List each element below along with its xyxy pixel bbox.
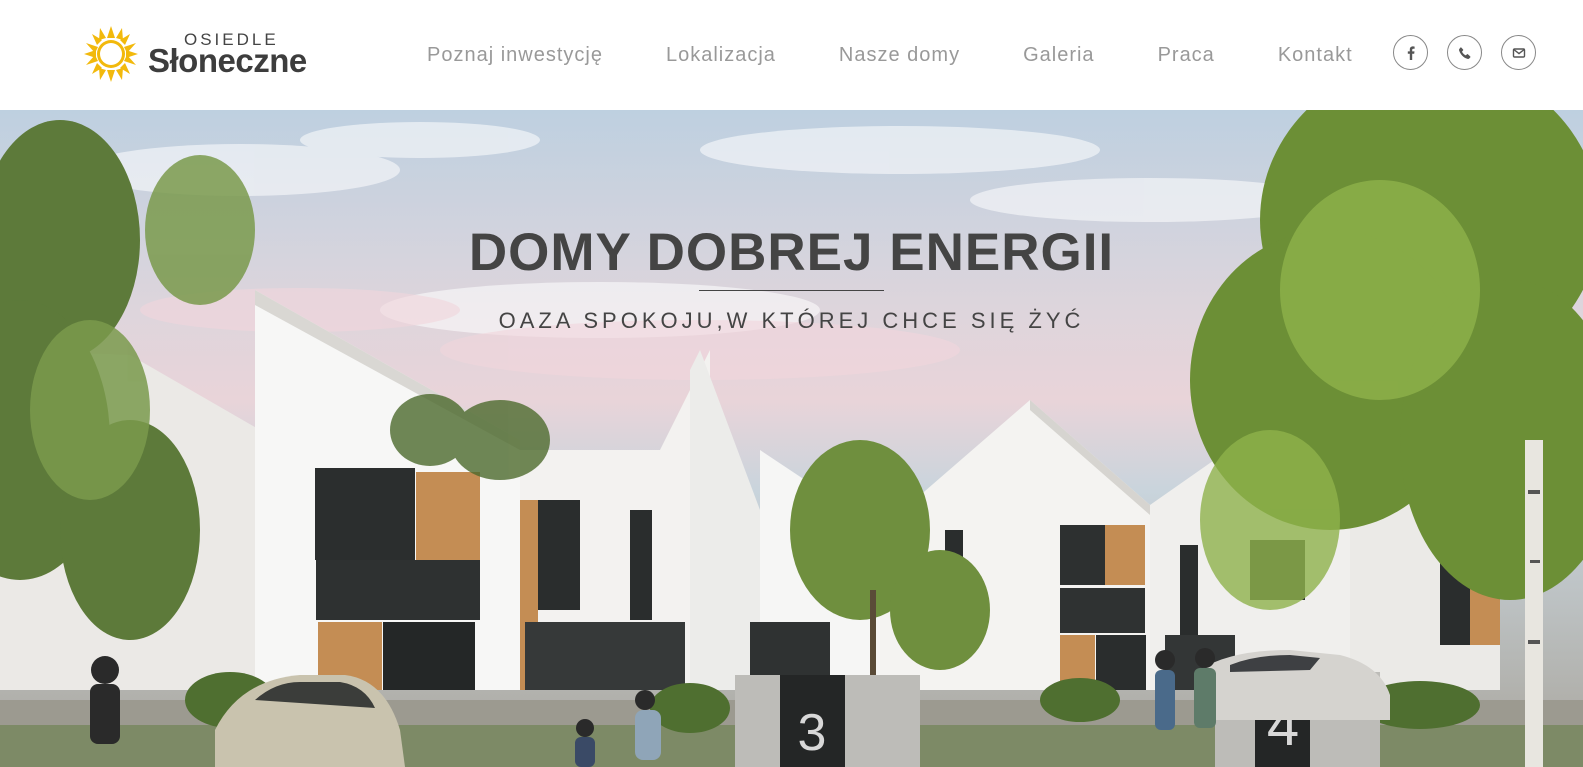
- mail-button[interactable]: [1501, 35, 1536, 70]
- nav-item-kontakt[interactable]: Kontakt: [1278, 42, 1353, 68]
- nav-item-galeria[interactable]: Galeria: [1023, 42, 1094, 68]
- sun-flower-icon: [84, 26, 138, 82]
- site-header: OSIEDLE Słoneczne Poznaj inwestycję Loka…: [0, 0, 1583, 110]
- main-nav: Poznaj inwestycję Lokalizacja Nasze domy…: [427, 42, 1353, 68]
- facebook-button[interactable]: [1393, 35, 1428, 70]
- hero-title: DOMY DOBREJ ENERGII: [468, 223, 1115, 282]
- phone-button[interactable]: [1447, 35, 1482, 70]
- phone-icon: [1458, 46, 1470, 59]
- nav-item-nasze-domy[interactable]: Nasze domy: [839, 42, 960, 68]
- hero-divider: [699, 290, 884, 291]
- facebook-icon: [1407, 45, 1415, 60]
- nav-item-lokalizacja[interactable]: Lokalizacja: [666, 42, 776, 68]
- nav-item-poznaj-inwestycje[interactable]: Poznaj inwestycję: [427, 42, 603, 68]
- hero-subtitle: OAZA SPOKOJU,W KTÓREJ CHCE SIĘ ŻYĆ: [498, 308, 1085, 333]
- mail-icon: [1512, 47, 1525, 58]
- logo[interactable]: OSIEDLE Słoneczne: [84, 26, 324, 86]
- house-number-3: 3: [798, 704, 827, 762]
- nav-item-praca[interactable]: Praca: [1158, 42, 1215, 68]
- hero-houses-illustration: 3 4: [0, 110, 1583, 767]
- hero-section: 3 4 DOMY DOBREJ ENERGII OAZA SPOKOJU,W K…: [0, 110, 1583, 767]
- logo-main-text: Słoneczne: [148, 42, 307, 79]
